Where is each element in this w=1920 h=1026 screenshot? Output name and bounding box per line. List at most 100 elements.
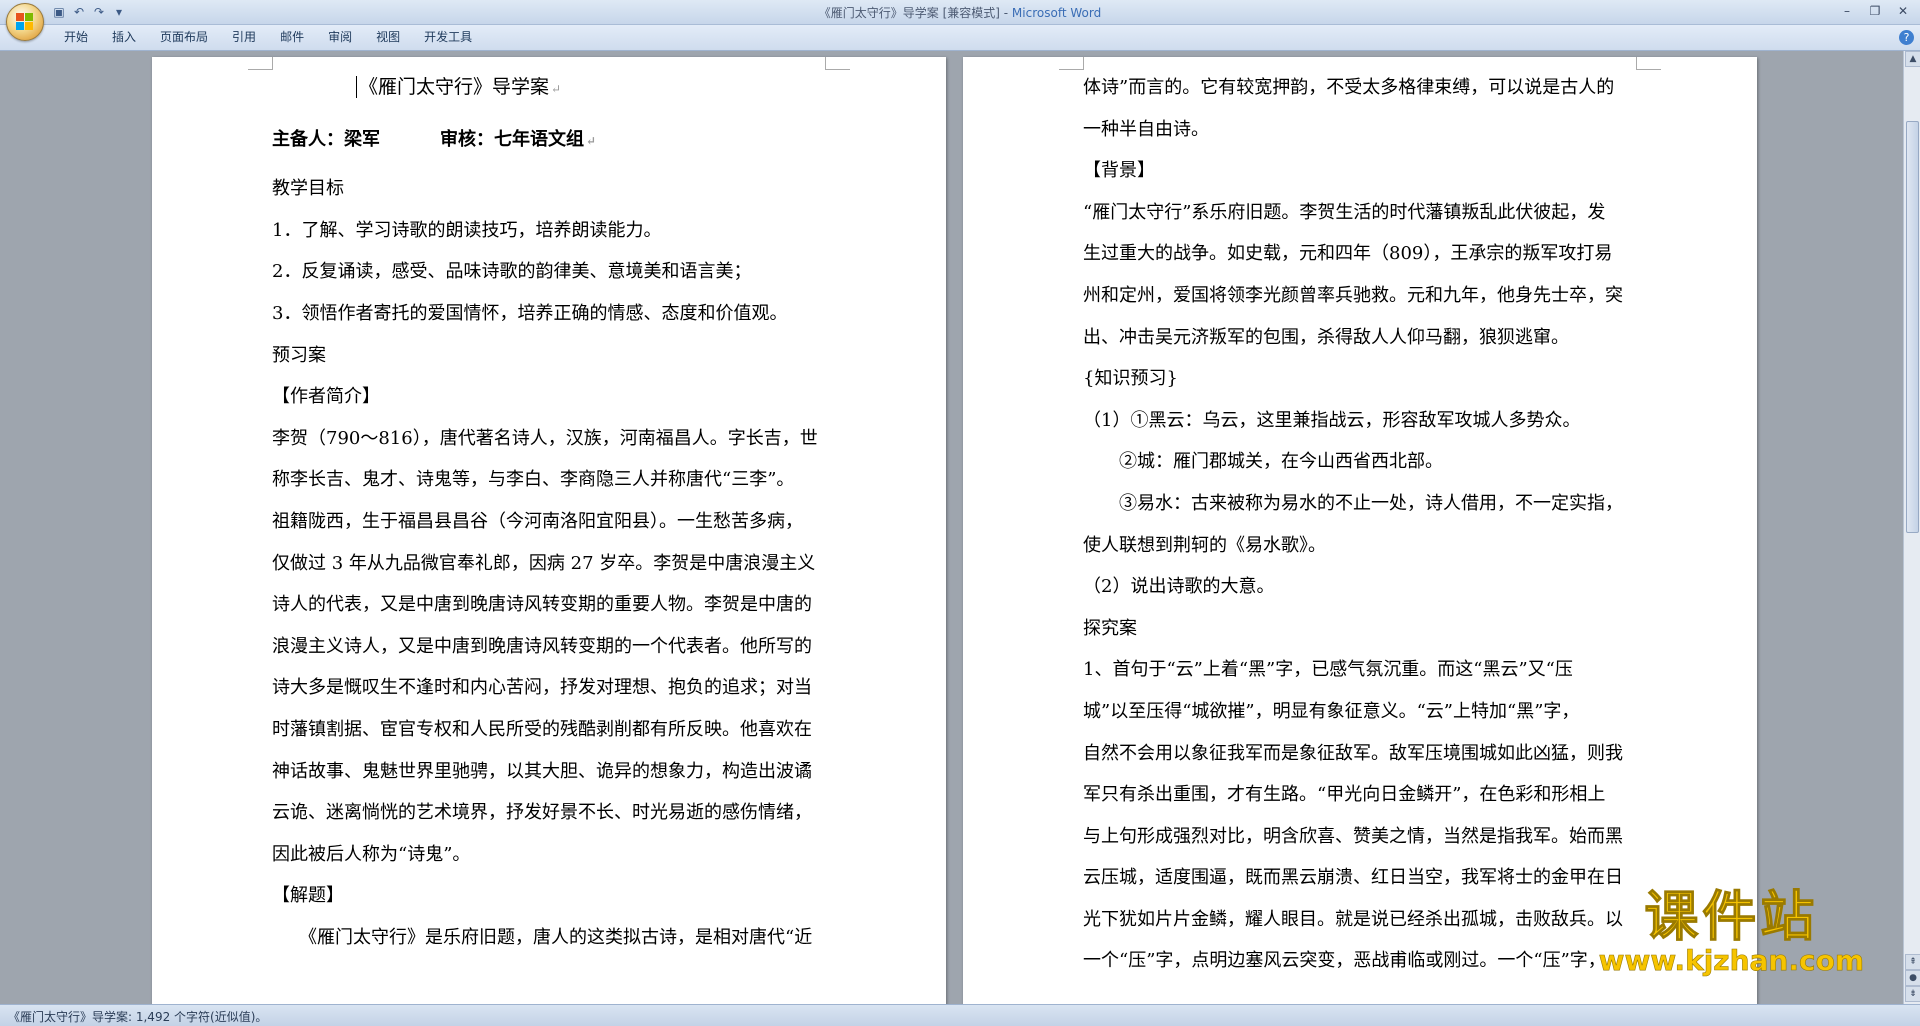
page-right[interactable]: 体诗”而言的。它有较宽押韵，不受太多格律束缚，可以说是古人的 一种半自由诗。 【背景… (963, 57, 1757, 1004)
text-line: 使人联想到荆轲的《易水歌》。 (1083, 525, 1653, 567)
text-line: ②城：雁门郡城关，在今山西省西北部。 (1083, 441, 1653, 483)
line-text: 城”以至压得“城欲摧”，明显有象征意义。“云”上特加“黑”字， (1083, 700, 1580, 722)
watermark: 课件站 www.kjzhan.com (1598, 887, 1864, 977)
text-line: 一种半自由诗。 (1083, 109, 1653, 151)
text-line: 李贺（790～816），唐代著名诗人，汉族，河南福昌人。字长吉，世 (272, 418, 842, 460)
text-line: 诗人的代表，又是中唐到晚唐诗风转变期的重要人物。李贺是中唐的 (272, 584, 842, 626)
tab-references[interactable]: 引用 (220, 25, 268, 50)
text-line: 称李长吉、鬼才、诗鬼等，与李白、李商隐三人并称唐代“三李”。 (272, 459, 842, 501)
text-line: 预习案 (272, 335, 842, 377)
line-text: 【作者简介】 (272, 386, 380, 408)
text-line: 【作者简介】 (272, 376, 842, 418)
window-controls: – ❐ ✕ (1834, 2, 1916, 20)
line-text: 1、首句于“云”上着“黑”字，已感气氛沉重。而这“黑云”又“压 (1083, 659, 1573, 681)
scroll-thumb[interactable] (1906, 121, 1919, 533)
line-text: 预习案 (272, 344, 326, 366)
text-line: 云诡、迷离惝恍的艺术境界，抒发好景不长、时光易逝的感伤情绪， (272, 792, 842, 834)
tab-view[interactable]: 视图 (364, 25, 412, 50)
line-text: 诗人的代表，又是中唐到晚唐诗风转变期的重要人物。李贺是中唐的 (272, 594, 812, 616)
help-icon[interactable]: ? (1899, 30, 1914, 45)
line-text: 2．反复诵读，感受、品味诗歌的韵律美、意境美和语言美； (272, 261, 752, 283)
browse-object-icon[interactable]: ● (1905, 970, 1920, 986)
office-logo-icon (16, 13, 34, 31)
document-title: 《雁门太守行》导学案 [兼容模式] - (818, 6, 1012, 20)
left-page-body: 教学目标 1．了解、学习诗歌的朗读技巧，培养朗读能力。 2．反复诵读，感受、品味诗歌… (272, 168, 842, 958)
text-line: 云压城，适度围逼，既而黑云崩溃、红日当空，我军将士的金甲在日 (1083, 857, 1653, 899)
tab-home[interactable]: 开始 (52, 25, 100, 50)
line-text: 3．领悟作者寄托的爱国情怀，培养正确的情感、态度和价值观。 (272, 302, 788, 324)
text-line: 祖籍陇西，生于福昌县昌谷（今河南洛阳宜阳县）。一生愁苦多病， (272, 501, 842, 543)
next-page-icon[interactable]: ⇟ (1905, 986, 1920, 1002)
text-line: ③易水：古来被称为易水的不止一处，诗人借用，不一定实指， (1083, 483, 1653, 525)
right-page-body: 体诗”而言的。它有较宽押韵，不受太多格律束缚，可以说是古人的 一种半自由诗。 【背景… (1083, 67, 1653, 982)
text-line: 城”以至压得“城欲摧”，明显有象征意义。“云”上特加“黑”字， (1083, 691, 1653, 733)
tab-mailings[interactable]: 邮件 (268, 25, 316, 50)
document-area[interactable]: 《雁门太守行》导学案 ↵ 主备人：梁军 审核：七年语文组 ↵ 教学目标 1．了解、学习诗… (0, 51, 1904, 1004)
ribbon: 开始 插入 页面布局 引用 邮件 审阅 视图 开发工具 ? (0, 25, 1920, 51)
minimize-icon[interactable]: – (1834, 2, 1860, 20)
watermark-url: www.kjzhan.com (1598, 944, 1864, 977)
ribbon-tabs: 开始 插入 页面布局 引用 邮件 审阅 视图 开发工具 (52, 25, 484, 50)
line-text: 【背景】 (1083, 160, 1155, 182)
line-text: 祖籍陇西，生于福昌县昌谷（今河南洛阳宜阳县）。一生愁苦多病， (272, 510, 803, 532)
title-bar: ▣ ↶ ↷ ▾ 《雁门太守行》导学案 [兼容模式] - Microsoft Wo… (0, 0, 1920, 25)
line-text: （1）①黑云：乌云，这里兼指战云，形容敌军攻城人多势众。 (1083, 409, 1581, 431)
text-line: 教学目标 (272, 168, 842, 210)
office-button[interactable] (6, 3, 44, 41)
line-text: 李贺（790～816），唐代著名诗人，汉族，河南福昌人。字长吉，世 (272, 427, 818, 449)
paragraph-mark-icon: ↵ (586, 133, 597, 148)
line-text: 一种半自由诗。 (1083, 118, 1209, 140)
text-line: 军只有杀出重围，才有生路。“甲光向日金鳞开”，在色彩和形相上 (1083, 774, 1653, 816)
text-line: 浪漫主义诗人，又是中唐到晚唐诗风转变期的一个代表者。他所写的 (272, 626, 842, 668)
text-line: 1．了解、学习诗歌的朗读技巧，培养朗读能力。 (272, 210, 842, 252)
text-line: 生过重大的战争。如史载，元和四年（809），王承宗的叛军攻打易 (1083, 233, 1653, 275)
line-text: 光下犹如片片金鳞，耀人眼目。就是说已经杀出孤城，击败敌兵。以 (1083, 908, 1623, 930)
text-line: 自然不会用以象征我军而是象征敌军。敌军压境围城如此凶猛，则我 (1083, 733, 1653, 775)
restore-icon[interactable]: ❐ (1862, 2, 1888, 20)
author-line: 主备人：梁军 审核：七年语文组 ↵ (272, 128, 597, 150)
text-line: “雁门太守行”系乐府旧题。李贺生活的时代藩镇叛乱此伏彼起，发 (1083, 192, 1653, 234)
line-text: （2）说出诗歌的大意。 (1083, 576, 1275, 598)
vertical-scrollbar[interactable]: ▲ ⇞ ● ⇟ (1903, 51, 1920, 1004)
page-left[interactable]: 《雁门太守行》导学案 ↵ 主备人：梁军 审核：七年语文组 ↵ 教学目标 1．了解、学习诗… (152, 57, 946, 1004)
text-line: 探究案 (1083, 608, 1653, 650)
text-line: 州和定州，爱国将领李光颜曾率兵驰救。元和九年，他身先士卒，突 (1083, 275, 1653, 317)
line-text: 时藩镇割据、宦官专权和人民所受的残酷剥削都有所反映。他喜欢在 (272, 718, 812, 740)
tab-review[interactable]: 审阅 (316, 25, 364, 50)
line-text: 一个“压”字，点明边塞风云突变，恶战甫临或刚过。一个“压”字， (1083, 950, 1606, 972)
text-line: 出、冲击吴元济叛军的包围，杀得敌人人仰马翻，狼狈逃窜。 (1083, 317, 1653, 359)
line-text: 探究案 (1083, 617, 1137, 639)
line-text: 与上句形成强烈对比，明含欣喜、赞美之情，当然是指我军。始而黑 (1083, 825, 1623, 847)
text-line: 3．领悟作者寄托的爱国情怀，培养正确的情感、态度和价值观。 (272, 293, 842, 335)
line-text: 神话故事、鬼魅世界里驰骋，以其大胆、诡异的想象力，构造出波谲 (272, 760, 812, 782)
tab-insert[interactable]: 插入 (100, 25, 148, 50)
text-line: 因此被后人称为“诗鬼”。 (272, 834, 842, 876)
line-text: 诗大多是慨叹生不逢时和内心苦闷，抒发对理想、抱负的追求；对当 (272, 677, 812, 699)
text-line: （2）说出诗歌的大意。 (1083, 566, 1653, 608)
window-title: 《雁门太守行》导学案 [兼容模式] - Microsoft Word (0, 4, 1920, 21)
close-icon[interactable]: ✕ (1890, 2, 1916, 20)
prev-page-icon[interactable]: ⇞ (1905, 954, 1920, 970)
line-text: 仅做过 3 年从九品微官奉礼郎，因病 27 岁卒。李贺是中唐浪漫主义 (272, 552, 816, 574)
tab-page-layout[interactable]: 页面布局 (148, 25, 220, 50)
text-line: 仅做过 3 年从九品微官奉礼郎，因病 27 岁卒。李贺是中唐浪漫主义 (272, 543, 842, 585)
text-line: 体诗”而言的。它有较宽押韵，不受太多格律束缚，可以说是古人的 (1083, 67, 1653, 109)
line-text: 云诡、迷离惝恍的艺术境界，抒发好景不长、时光易逝的感伤情绪， (272, 802, 812, 824)
line-text: ②城：雁门郡城关，在今山西省西北部。 (1083, 451, 1443, 473)
line-text: 因此被后人称为“诗鬼”。 (272, 843, 471, 865)
status-bar: 《雁门太守行》导学案: 1,492 个字符(近似值)。 (0, 1004, 1920, 1026)
app-name: Microsoft Word (1011, 6, 1102, 20)
line-text: 自然不会用以象征我军而是象征敌军。敌军压境围城如此凶猛，则我 (1083, 742, 1623, 764)
scroll-up-icon[interactable]: ▲ (1905, 51, 1920, 67)
line-text: 【解题】 (272, 885, 344, 907)
line-text: ③易水：古来被称为易水的不止一处，诗人借用，不一定实指， (1083, 492, 1623, 514)
line-text: 体诗”而言的。它有较宽押韵，不受太多格律束缚，可以说是古人的 (1083, 77, 1615, 98)
line-text: 云压城，适度围逼，既而黑云崩溃、红日当空，我军将士的金甲在日 (1083, 867, 1623, 889)
text-line: （1）①黑云：乌云，这里兼指战云，形容敌军攻城人多势众。 (1083, 400, 1653, 442)
status-text: 《雁门太守行》导学案: 1,492 个字符(近似值)。 (8, 1010, 268, 1024)
tab-developer[interactable]: 开发工具 (412, 25, 484, 50)
text-line: 与上句形成强烈对比，明含欣喜、赞美之情，当然是指我军。始而黑 (1083, 816, 1653, 858)
text-line: 光下犹如片片金鳞，耀人眼目。就是说已经杀出孤城，击败敌兵。以 (1083, 899, 1653, 941)
text-line: {知识预习} (1083, 358, 1653, 400)
document-heading: 《雁门太守行》导学案 ↵ (272, 67, 842, 109)
